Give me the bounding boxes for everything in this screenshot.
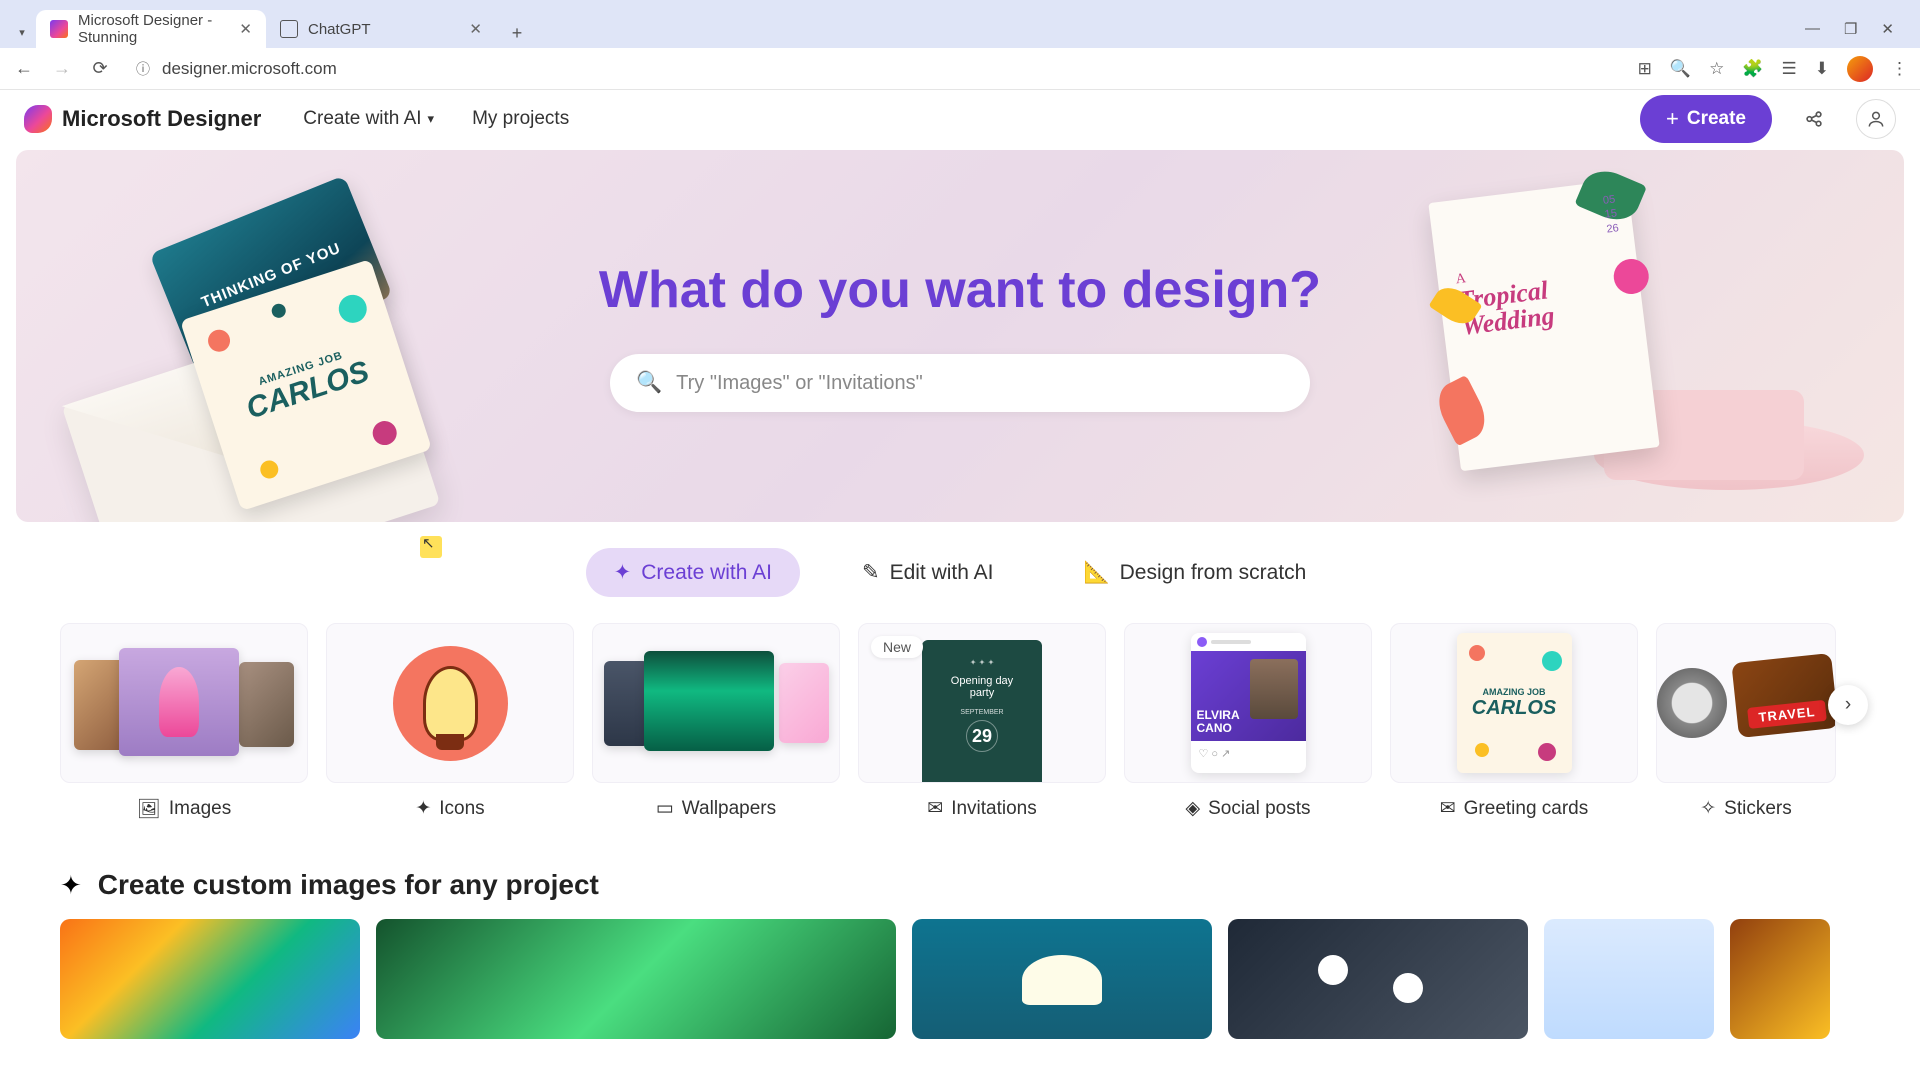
custom-image-item[interactable] <box>1228 919 1528 1039</box>
chevron-down-icon: ▾ <box>428 111 435 127</box>
zoom-icon[interactable]: 🔍 <box>1670 59 1691 79</box>
site-info-icon[interactable]: ⓘ <box>136 59 150 79</box>
back-button[interactable]: ← <box>12 58 36 79</box>
tab-search-dropdown[interactable]: ▾ <box>8 16 36 48</box>
hero-banner: THINKING OF YOU AMAZING JOB CARLOS What … <box>16 150 1904 522</box>
share-icon[interactable] <box>1794 99 1834 139</box>
category-wallpapers[interactable]: ▭Wallpapers <box>592 623 840 821</box>
hero-decoration-left: THINKING OF YOU AMAZING JOB CARLOS <box>76 180 456 522</box>
minimize-icon[interactable]: — <box>1805 20 1820 38</box>
account-icon[interactable] <box>1856 99 1896 139</box>
hero-headline: What do you want to design? <box>599 260 1321 320</box>
close-window-icon[interactable]: ✕ <box>1881 20 1894 38</box>
custom-images-row <box>60 919 1860 1039</box>
custom-image-item[interactable] <box>60 919 360 1039</box>
sparkle-icon: ✦ <box>614 560 632 585</box>
window-controls: — ❐ ✕ <box>1805 20 1912 48</box>
app-title[interactable]: Microsoft Designer <box>62 106 261 132</box>
nav-create-with-ai[interactable]: Create with AI ▾ <box>289 100 448 138</box>
category-carousel: 🖼Images ✦Icons ▭Wallpapers New <box>60 623 1860 821</box>
sparkle-section-icon: ✦ <box>60 870 82 901</box>
hero-search[interactable]: 🔍 <box>610 354 1310 412</box>
custom-image-item[interactable] <box>912 919 1212 1039</box>
new-badge: New <box>871 636 923 658</box>
category-greeting[interactable]: AMAZING JOB CARLOS ✉Greeting cards <box>1390 623 1638 821</box>
cursor-icon <box>420 536 442 558</box>
sticker-icon: ✧ <box>1700 797 1716 820</box>
designer-favicon-icon <box>50 20 68 38</box>
reload-button[interactable]: ⟳ <box>88 58 112 79</box>
menu-icon[interactable]: ⋮ <box>1891 59 1908 79</box>
chatgpt-favicon-icon <box>280 20 298 38</box>
plus-icon: + <box>1666 106 1679 132</box>
action-create-with-ai[interactable]: ✦ Create with AI <box>586 548 800 597</box>
profile-avatar[interactable] <box>1847 56 1873 82</box>
custom-image-item[interactable] <box>376 919 896 1039</box>
custom-image-item[interactable] <box>1544 919 1714 1039</box>
create-button[interactable]: + Create <box>1640 95 1772 143</box>
designer-logo-icon[interactable] <box>24 105 52 133</box>
section-title: Create custom images for any project <box>98 869 599 901</box>
category-social[interactable]: ELVIRA CANO ♡ ○ ↗ ◈Social posts <box>1124 623 1372 821</box>
browser-toolbar: ← → ⟳ ⓘ designer.microsoft.com ⊞ 🔍 ☆ 🧩 ☰… <box>0 48 1920 90</box>
carousel-next-button[interactable]: › <box>1828 685 1868 725</box>
category-invitations[interactable]: New ✦ ✦ ✦ Opening day party SEPTEMBER 29… <box>858 623 1106 821</box>
social-icon: ◈ <box>1185 797 1200 820</box>
tab-title: Microsoft Designer - Stunning <box>78 12 229 46</box>
url-text: designer.microsoft.com <box>162 59 337 79</box>
category-images[interactable]: 🖼Images <box>60 623 308 821</box>
bookmark-icon[interactable]: ☆ <box>1709 59 1724 79</box>
image-icon: 🖼 <box>137 797 161 821</box>
install-app-icon[interactable]: ⊞ <box>1638 59 1652 79</box>
wand-icon: ✎ <box>862 560 880 585</box>
tab-title: ChatGPT <box>308 21 371 38</box>
ruler-icon: 📐 <box>1083 561 1109 585</box>
hero-card-tropical: 05 15 26 A Tropical Wedding <box>1428 179 1659 471</box>
action-tabs: ✦ Create with AI ✎ Edit with AI 📐 Design… <box>0 548 1920 597</box>
downloads-icon[interactable]: ⬇ <box>1815 59 1829 79</box>
close-icon[interactable]: ✕ <box>469 20 482 38</box>
tab-designer[interactable]: Microsoft Designer - Stunning ✕ <box>36 10 266 48</box>
extensions-icon[interactable]: 🧩 <box>1742 59 1763 79</box>
category-icons[interactable]: ✦Icons <box>326 623 574 821</box>
reading-list-icon[interactable]: ☰ <box>1782 59 1797 79</box>
custom-image-item[interactable] <box>1730 919 1830 1039</box>
browser-tab-strip: ▾ Microsoft Designer - Stunning ✕ ChatGP… <box>0 0 1920 48</box>
hero-decoration-right: 05 15 26 A Tropical Wedding <box>1404 180 1864 520</box>
search-input[interactable] <box>676 372 1284 395</box>
wallpaper-icon: ▭ <box>656 797 674 820</box>
close-icon[interactable]: ✕ <box>239 20 252 38</box>
new-tab-button[interactable]: + <box>502 18 532 48</box>
icons-icon: ✦ <box>415 797 431 820</box>
address-bar[interactable]: ⓘ designer.microsoft.com <box>126 59 1624 79</box>
section-header: ✦ Create custom images for any project <box>60 869 1860 901</box>
forward-button[interactable]: → <box>50 58 74 79</box>
nav-my-projects[interactable]: My projects <box>458 100 583 138</box>
search-icon: 🔍 <box>636 371 662 395</box>
app-header: Microsoft Designer Create with AI ▾ My p… <box>0 90 1920 148</box>
greeting-icon: ✉ <box>1440 797 1456 820</box>
tab-chatgpt[interactable]: ChatGPT ✕ <box>266 10 496 48</box>
action-design-scratch[interactable]: 📐 Design from scratch <box>1055 548 1334 597</box>
action-edit-with-ai[interactable]: ✎ Edit with AI <box>834 548 1022 597</box>
invitation-icon: ✉ <box>927 797 943 820</box>
maximize-icon[interactable]: ❐ <box>1844 20 1857 38</box>
category-stickers[interactable]: TRAVEL ✧Stickers <box>1656 623 1836 821</box>
